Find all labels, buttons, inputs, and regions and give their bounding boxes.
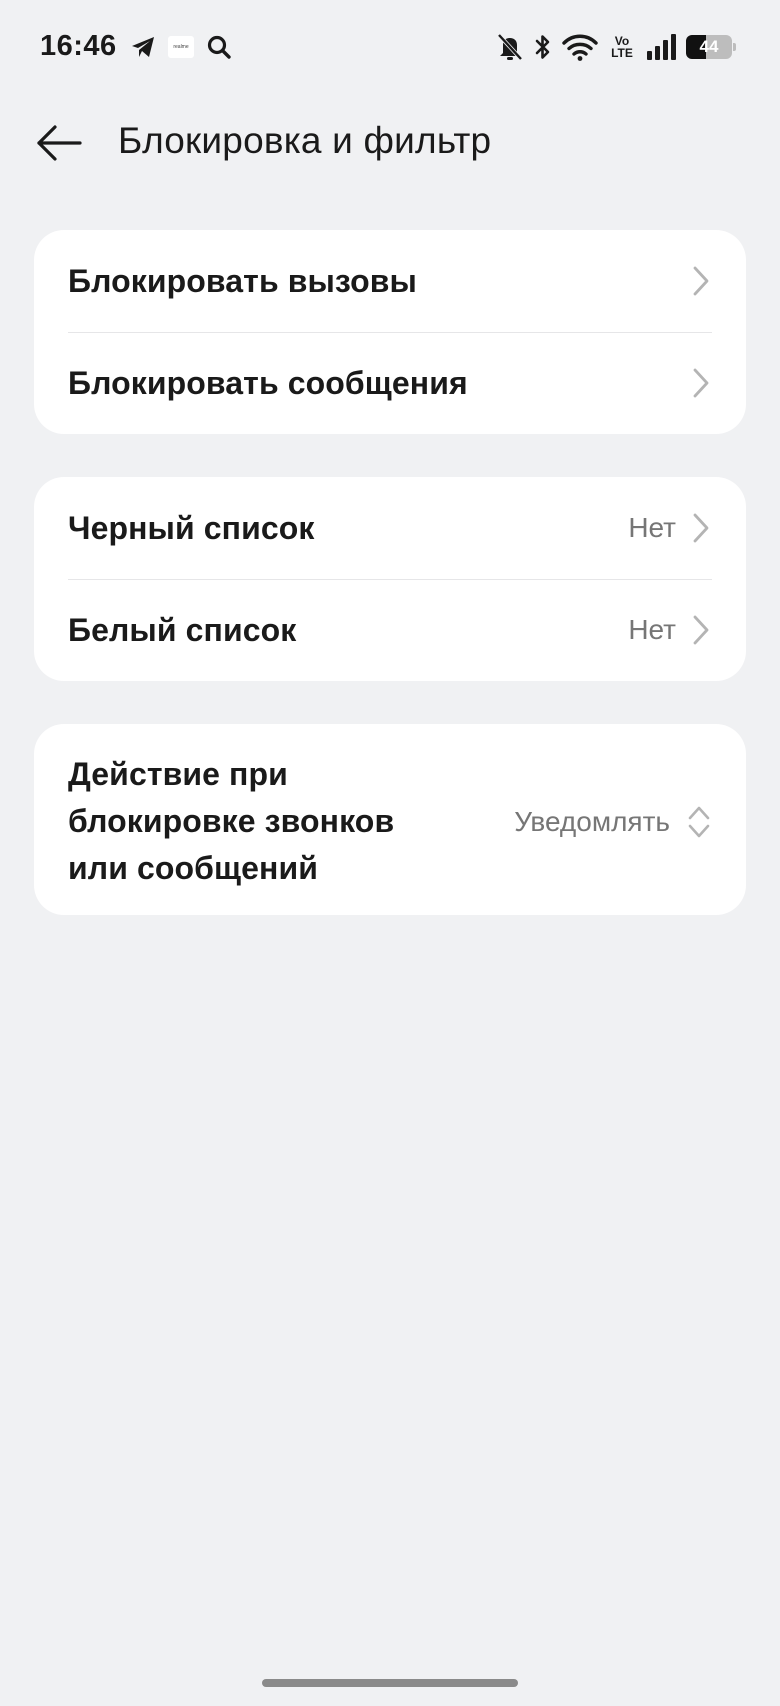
list-item-block-messages[interactable]: Блокировать сообщения bbox=[34, 332, 746, 434]
home-indicator[interactable] bbox=[262, 1679, 518, 1687]
list-item-block-action[interactable]: Действие при блокировке звонков или сооб… bbox=[34, 724, 746, 915]
battery-icon: 44 bbox=[686, 30, 736, 64]
settings-group-block: Блокировать вызовы Блокировать сообщения bbox=[34, 230, 746, 434]
list-item-value: Нет bbox=[628, 512, 676, 543]
back-button[interactable] bbox=[34, 118, 84, 168]
status-left-icons: realme bbox=[128, 32, 234, 62]
list-item-value: Уведомлять bbox=[514, 805, 670, 837]
list-item-label: Действие при блокировке звонков или сооб… bbox=[68, 756, 395, 886]
chevron-right-icon bbox=[690, 511, 712, 545]
list-item-blacklist[interactable]: Черный список Нет bbox=[34, 477, 746, 579]
list-item-value: Нет bbox=[628, 614, 676, 645]
list-item-whitelist[interactable]: Белый список Нет bbox=[34, 579, 746, 681]
battery-level: 44 bbox=[686, 35, 736, 59]
chevron-right-icon bbox=[690, 613, 712, 647]
bell-muted-icon bbox=[496, 30, 524, 64]
status-time: 16:46 bbox=[40, 30, 117, 62]
settings-group-lists: Черный список Нет Белый список Нет bbox=[34, 477, 746, 681]
signal-icon bbox=[646, 30, 676, 64]
volte-bottom: LTE bbox=[611, 46, 633, 60]
list-item-label: Черный список bbox=[68, 509, 315, 546]
list-item-label: Блокировать вызовы bbox=[68, 262, 417, 299]
status-bar: 16:46 realme Vo LTE 44 bbox=[0, 0, 780, 96]
app-notification-badge: realme bbox=[168, 36, 194, 58]
bluetooth-icon bbox=[534, 30, 552, 64]
list-item-label: Блокировать сообщения bbox=[68, 364, 468, 401]
app-notification-icon: realme bbox=[166, 32, 196, 62]
telegram-icon bbox=[128, 32, 158, 62]
app-header: Блокировка и фильтр bbox=[0, 100, 780, 184]
volte-icon: Vo LTE bbox=[608, 30, 636, 64]
status-right-icons: Vo LTE 44 bbox=[496, 30, 736, 64]
settings-group-action: Действие при блокировке звонков или сооб… bbox=[34, 724, 746, 915]
chevron-right-icon bbox=[690, 366, 712, 400]
chevron-right-icon bbox=[690, 264, 712, 298]
arrow-left-icon bbox=[37, 125, 82, 161]
wifi-icon bbox=[562, 30, 598, 64]
list-item-block-calls[interactable]: Блокировать вызовы bbox=[34, 230, 746, 332]
search-icon bbox=[204, 32, 234, 62]
list-item-label: Белый список bbox=[68, 611, 297, 648]
page-title: Блокировка и фильтр bbox=[118, 120, 492, 161]
chevron-up-down-icon bbox=[686, 802, 712, 842]
